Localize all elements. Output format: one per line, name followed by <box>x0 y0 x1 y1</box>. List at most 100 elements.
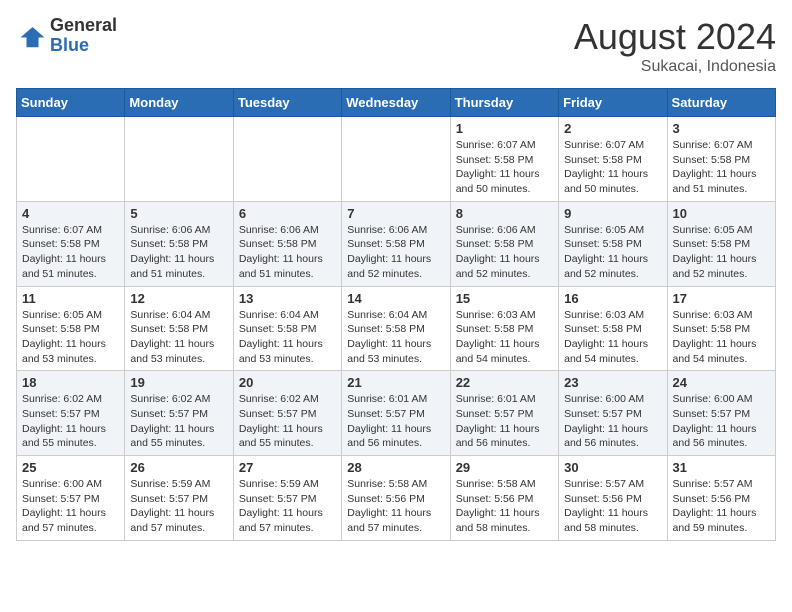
logo: General Blue <box>16 16 117 56</box>
calendar-cell: 5 Sunrise: 6:06 AM Sunset: 5:58 PM Daylig… <box>125 201 233 286</box>
calendar-week-row: 11 Sunrise: 6:05 AM Sunset: 5:58 PM Dayli… <box>17 286 776 371</box>
logo-text: General Blue <box>50 16 117 56</box>
day-info: Sunrise: 6:02 AM Sunset: 5:57 PM Dayligh… <box>22 392 119 451</box>
day-number: 10 <box>673 206 770 221</box>
calendar-cell <box>233 117 341 202</box>
day-info: Sunrise: 6:07 AM Sunset: 5:58 PM Dayligh… <box>564 138 661 197</box>
calendar-week-row: 25 Sunrise: 6:00 AM Sunset: 5:57 PM Dayli… <box>17 456 776 541</box>
day-number: 12 <box>130 291 227 306</box>
day-number: 11 <box>22 291 119 306</box>
day-number: 6 <box>239 206 336 221</box>
day-info: Sunrise: 6:03 AM Sunset: 5:58 PM Dayligh… <box>564 308 661 367</box>
logo-general: General <box>50 16 117 36</box>
day-info: Sunrise: 6:02 AM Sunset: 5:57 PM Dayligh… <box>239 392 336 451</box>
day-info: Sunrise: 5:59 AM Sunset: 5:57 PM Dayligh… <box>130 477 227 536</box>
day-info: Sunrise: 5:57 AM Sunset: 5:56 PM Dayligh… <box>673 477 770 536</box>
calendar-cell: 29 Sunrise: 5:58 AM Sunset: 5:56 PM Dayli… <box>450 456 558 541</box>
day-info: Sunrise: 6:03 AM Sunset: 5:58 PM Dayligh… <box>673 308 770 367</box>
calendar-cell <box>342 117 450 202</box>
day-number: 2 <box>564 121 661 136</box>
day-number: 13 <box>239 291 336 306</box>
calendar-cell: 20 Sunrise: 6:02 AM Sunset: 5:57 PM Dayli… <box>233 371 341 456</box>
calendar-cell: 18 Sunrise: 6:02 AM Sunset: 5:57 PM Dayli… <box>17 371 125 456</box>
day-number: 31 <box>673 460 770 475</box>
calendar-cell: 21 Sunrise: 6:01 AM Sunset: 5:57 PM Dayli… <box>342 371 450 456</box>
calendar-cell: 27Sunrise: 5:59 AM Sunset: 5:57 PM Dayli… <box>233 456 341 541</box>
day-number: 5 <box>130 206 227 221</box>
day-info: Sunrise: 6:06 AM Sunset: 5:58 PM Dayligh… <box>239 223 336 282</box>
day-number: 25 <box>22 460 119 475</box>
calendar-cell: 11 Sunrise: 6:05 AM Sunset: 5:58 PM Dayli… <box>17 286 125 371</box>
day-info: Sunrise: 6:05 AM Sunset: 5:58 PM Dayligh… <box>22 308 119 367</box>
day-info: Sunrise: 6:06 AM Sunset: 5:58 PM Dayligh… <box>130 223 227 282</box>
logo-icon <box>16 21 46 51</box>
day-info: Sunrise: 6:04 AM Sunset: 5:58 PM Dayligh… <box>130 308 227 367</box>
day-number: 20 <box>239 375 336 390</box>
calendar-cell: 28 Sunrise: 5:58 AM Sunset: 5:56 PM Dayli… <box>342 456 450 541</box>
calendar-cell: 25 Sunrise: 6:00 AM Sunset: 5:57 PM Dayli… <box>17 456 125 541</box>
month-year: August 2024 <box>574 16 776 58</box>
day-number: 29 <box>456 460 553 475</box>
calendar-week-row: 4Sunrise: 6:07 AM Sunset: 5:58 PM Daylig… <box>17 201 776 286</box>
day-number: 1 <box>456 121 553 136</box>
weekday-header: Friday <box>559 89 667 117</box>
day-info: Sunrise: 6:00 AM Sunset: 5:57 PM Dayligh… <box>564 392 661 451</box>
day-info: Sunrise: 6:02 AM Sunset: 5:57 PM Dayligh… <box>130 392 227 451</box>
calendar-cell: 10 Sunrise: 6:05 AM Sunset: 5:58 PM Dayli… <box>667 201 775 286</box>
weekday-header: Tuesday <box>233 89 341 117</box>
calendar-cell: 9 Sunrise: 6:05 AM Sunset: 5:58 PM Daylig… <box>559 201 667 286</box>
day-info: Sunrise: 6:01 AM Sunset: 5:57 PM Dayligh… <box>456 392 553 451</box>
day-number: 21 <box>347 375 444 390</box>
calendar-cell: 26 Sunrise: 5:59 AM Sunset: 5:57 PM Dayli… <box>125 456 233 541</box>
day-number: 26 <box>130 460 227 475</box>
calendar-cell: 30 Sunrise: 5:57 AM Sunset: 5:56 PM Dayli… <box>559 456 667 541</box>
calendar-cell: 13 Sunrise: 6:04 AM Sunset: 5:58 PM Dayli… <box>233 286 341 371</box>
calendar-cell: 1 Sunrise: 6:07 AM Sunset: 5:58 PM Daylig… <box>450 117 558 202</box>
day-info: Sunrise: 6:07 AM Sunset: 5:58 PM Dayligh… <box>673 138 770 197</box>
day-info: Sunrise: 6:03 AM Sunset: 5:58 PM Dayligh… <box>456 308 553 367</box>
calendar-cell: 4Sunrise: 6:07 AM Sunset: 5:58 PM Daylig… <box>17 201 125 286</box>
calendar-cell: 19 Sunrise: 6:02 AM Sunset: 5:57 PM Dayli… <box>125 371 233 456</box>
calendar-cell: 22 Sunrise: 6:01 AM Sunset: 5:57 PM Dayli… <box>450 371 558 456</box>
day-info: Sunrise: 6:06 AM Sunset: 5:58 PM Dayligh… <box>456 223 553 282</box>
day-number: 3 <box>673 121 770 136</box>
day-info: Sunrise: 6:00 AM Sunset: 5:57 PM Dayligh… <box>673 392 770 451</box>
calendar-cell: 14Sunrise: 6:04 AM Sunset: 5:58 PM Dayli… <box>342 286 450 371</box>
day-number: 8 <box>456 206 553 221</box>
day-info: Sunrise: 6:01 AM Sunset: 5:57 PM Dayligh… <box>347 392 444 451</box>
title-block: August 2024 Sukacai, Indonesia <box>574 16 776 76</box>
calendar-cell: 23 Sunrise: 6:00 AM Sunset: 5:57 PM Dayli… <box>559 371 667 456</box>
calendar-cell: 15Sunrise: 6:03 AM Sunset: 5:58 PM Dayli… <box>450 286 558 371</box>
day-info: Sunrise: 6:04 AM Sunset: 5:58 PM Dayligh… <box>239 308 336 367</box>
page-header: General Blue August 2024 Sukacai, Indone… <box>16 16 776 76</box>
day-info: Sunrise: 5:57 AM Sunset: 5:56 PM Dayligh… <box>564 477 661 536</box>
calendar-table: SundayMondayTuesdayWednesdayThursdayFrid… <box>16 88 776 541</box>
day-number: 9 <box>564 206 661 221</box>
weekday-header: Wednesday <box>342 89 450 117</box>
day-number: 28 <box>347 460 444 475</box>
day-number: 22 <box>456 375 553 390</box>
day-number: 17 <box>673 291 770 306</box>
day-info: Sunrise: 6:05 AM Sunset: 5:58 PM Dayligh… <box>564 223 661 282</box>
day-number: 30 <box>564 460 661 475</box>
day-info: Sunrise: 5:59 AM Sunset: 5:57 PM Dayligh… <box>239 477 336 536</box>
calendar-header-row: SundayMondayTuesdayWednesdayThursdayFrid… <box>17 89 776 117</box>
weekday-header: Sunday <box>17 89 125 117</box>
location: Sukacai, Indonesia <box>574 58 776 76</box>
day-info: Sunrise: 5:58 AM Sunset: 5:56 PM Dayligh… <box>347 477 444 536</box>
day-info: Sunrise: 6:00 AM Sunset: 5:57 PM Dayligh… <box>22 477 119 536</box>
day-number: 14 <box>347 291 444 306</box>
day-info: Sunrise: 6:07 AM Sunset: 5:58 PM Dayligh… <box>22 223 119 282</box>
day-info: Sunrise: 6:07 AM Sunset: 5:58 PM Dayligh… <box>456 138 553 197</box>
calendar-week-row: 18 Sunrise: 6:02 AM Sunset: 5:57 PM Dayli… <box>17 371 776 456</box>
calendar-cell: 17 Sunrise: 6:03 AM Sunset: 5:58 PM Dayli… <box>667 286 775 371</box>
calendar-cell: 7Sunrise: 6:06 AM Sunset: 5:58 PM Daylig… <box>342 201 450 286</box>
calendar-cell: 16Sunrise: 6:03 AM Sunset: 5:58 PM Dayli… <box>559 286 667 371</box>
day-info: Sunrise: 6:06 AM Sunset: 5:58 PM Dayligh… <box>347 223 444 282</box>
logo-blue: Blue <box>50 36 117 56</box>
day-number: 23 <box>564 375 661 390</box>
day-number: 19 <box>130 375 227 390</box>
day-info: Sunrise: 5:58 AM Sunset: 5:56 PM Dayligh… <box>456 477 553 536</box>
day-info: Sunrise: 6:05 AM Sunset: 5:58 PM Dayligh… <box>673 223 770 282</box>
day-number: 18 <box>22 375 119 390</box>
